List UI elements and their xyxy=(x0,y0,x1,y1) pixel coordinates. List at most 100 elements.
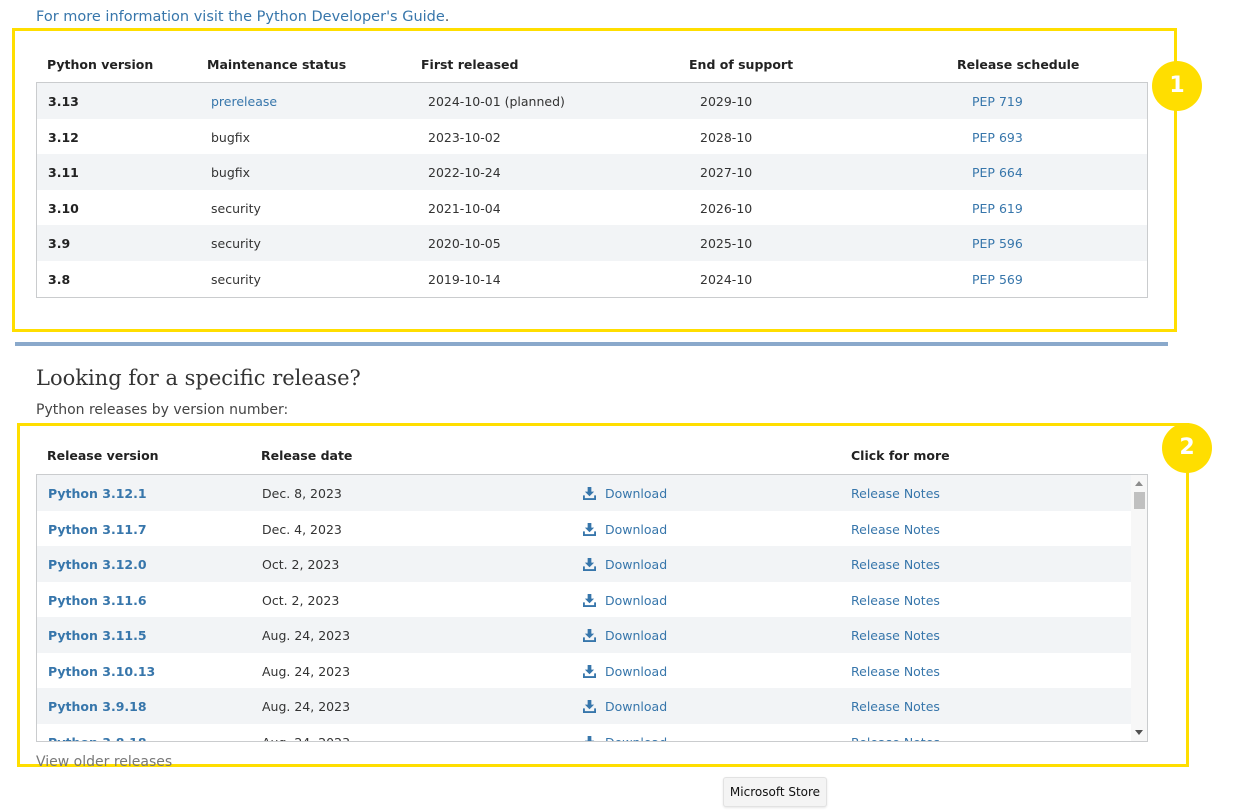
header-release-version: Release version xyxy=(47,448,159,463)
microsoft-store-button[interactable]: Microsoft Store xyxy=(723,777,827,807)
download-link[interactable]: Download xyxy=(583,628,667,643)
release-version-link[interactable]: Python 3.12.0 xyxy=(48,557,147,572)
release-row: Python 3.8.18 Aug. 24, 2023 Download Releas… xyxy=(37,724,1131,742)
status-row: 3.11 bugfix 2022-10-24 2027-10 PEP 664 xyxy=(37,154,1147,190)
release-date: Oct. 2, 2023 xyxy=(262,592,340,608)
release-row: Python 3.11.5 Aug. 24, 2023 Download Releas… xyxy=(37,617,1131,653)
download-link-text: Download xyxy=(605,734,668,742)
release-version-link[interactable]: Python 3.10.13 xyxy=(48,664,155,679)
download-link[interactable]: Download xyxy=(583,486,667,501)
header-click-for-more: Click for more xyxy=(851,448,950,463)
download-link[interactable]: Download xyxy=(583,664,667,679)
header-python-version: Python version xyxy=(47,57,154,72)
status-maintenance: security xyxy=(211,271,261,287)
status-pep-link[interactable]: PEP 664 xyxy=(972,165,1023,180)
status-version: 3.11 xyxy=(48,165,79,180)
release-date: Aug. 24, 2023 xyxy=(262,699,351,714)
scroll-down-arrow-icon[interactable] xyxy=(1135,730,1143,735)
status-end-of-support: 2026-10 xyxy=(700,200,753,216)
download-link-text: Download xyxy=(605,592,668,608)
download-icon xyxy=(583,700,596,713)
release-list-scrollbar[interactable] xyxy=(1131,475,1147,741)
status-first-released: 2022-10-24 xyxy=(428,165,501,180)
status-version: 3.13 xyxy=(48,94,79,109)
download-icon xyxy=(583,558,596,571)
status-row: 3.13 prerelease 2024-10-01 (planned) 2029-1… xyxy=(37,83,1147,119)
status-version: 3.8 xyxy=(48,271,71,287)
status-pep-link[interactable]: PEP 596 xyxy=(972,236,1023,251)
download-link-text: Download xyxy=(605,663,668,679)
developer-guide-link[interactable]: For more information visit the Python De… xyxy=(36,9,449,25)
status-pep-link[interactable]: PEP 719 xyxy=(972,94,1023,109)
status-pep-link[interactable]: PEP 569 xyxy=(972,272,1023,287)
status-first-released: 2023-10-02 xyxy=(428,129,501,145)
release-version-link[interactable]: Python 3.12.1 xyxy=(48,486,147,501)
status-end-of-support: 2024-10 xyxy=(700,271,753,287)
scroll-thumb[interactable] xyxy=(1134,492,1145,509)
release-date: Aug. 24, 2023 xyxy=(262,663,351,679)
release-notes-link[interactable]: Release Notes xyxy=(851,735,940,742)
header-end-of-support: End of support xyxy=(689,57,794,72)
status-table: Python version Maintenance status First … xyxy=(36,46,1148,298)
download-link[interactable]: Download xyxy=(583,699,667,714)
status-first-released: 2024-10-01 (planned) xyxy=(428,94,565,109)
release-row: Python 3.11.6 Oct. 2, 2023 Download Release… xyxy=(37,582,1131,618)
status-maintenance: security xyxy=(211,200,261,216)
status-row: 3.12 bugfix 2023-10-02 2028-10 PEP 693 xyxy=(37,119,1147,155)
status-version: 3.10 xyxy=(48,200,79,216)
release-list-scrollbox[interactable]: Python 3.12.1 Dec. 8, 2023 Download Release… xyxy=(36,474,1148,742)
developer-guide-link-text: For more information visit the Python De… xyxy=(36,9,445,25)
release-date: Aug. 24, 2023 xyxy=(262,628,351,643)
release-notes-link[interactable]: Release Notes xyxy=(851,522,940,537)
release-notes-link[interactable]: Release Notes xyxy=(851,486,940,501)
release-date: Oct. 2, 2023 xyxy=(262,557,340,572)
status-table-header: Python version Maintenance status First … xyxy=(36,46,1148,82)
status-first-released: 2019-10-14 xyxy=(428,271,501,287)
release-date: Dec. 8, 2023 xyxy=(262,486,342,501)
download-link-text: Download xyxy=(605,486,668,501)
release-notes-link[interactable]: Release Notes xyxy=(851,557,940,572)
release-notes-link[interactable]: Release Notes xyxy=(851,699,940,714)
scroll-up-arrow-icon[interactable] xyxy=(1135,481,1143,486)
header-maintenance-status: Maintenance status xyxy=(207,57,347,72)
release-date: Aug. 24, 2023 xyxy=(262,734,351,742)
release-version-link[interactable]: Python 3.9.18 xyxy=(48,699,147,714)
release-section-title: Looking for a specific release? xyxy=(36,366,361,390)
status-end-of-support: 2027-10 xyxy=(700,165,753,180)
download-link-text: Download xyxy=(605,628,668,643)
status-end-of-support: 2028-10 xyxy=(700,129,753,145)
intro-period: . xyxy=(444,9,450,25)
release-notes-link[interactable]: Release Notes xyxy=(851,664,940,679)
release-version-link[interactable]: Python 3.11.5 xyxy=(48,628,147,643)
status-row: 3.10 security 2021-10-04 2026-10 PEP 619 xyxy=(37,190,1147,226)
marker-2: 2 xyxy=(1162,423,1212,473)
release-section-subtitle: Python releases by version number: xyxy=(36,402,289,418)
view-older-releases-link[interactable]: View older releases xyxy=(36,754,172,770)
status-version: 3.9 xyxy=(48,236,71,251)
release-version-link[interactable]: Python 3.8.18 xyxy=(48,735,147,742)
header-release-schedule: Release schedule xyxy=(957,57,1080,72)
status-version: 3.12 xyxy=(48,129,79,145)
release-date: Dec. 4, 2023 xyxy=(262,521,342,537)
release-notes-link[interactable]: Release Notes xyxy=(851,593,940,608)
status-pep-link[interactable]: PEP 619 xyxy=(972,201,1023,216)
status-maintenance[interactable]: prerelease xyxy=(211,94,277,109)
release-version-link[interactable]: Python 3.11.6 xyxy=(48,593,147,608)
download-icon xyxy=(583,593,596,607)
marker-1: 1 xyxy=(1152,61,1202,111)
download-link[interactable]: Download xyxy=(583,522,667,537)
status-pep-link[interactable]: PEP 693 xyxy=(972,130,1023,145)
release-row: Python 3.12.1 Dec. 8, 2023 Download Release… xyxy=(37,475,1131,511)
status-maintenance: bugfix xyxy=(211,165,251,180)
release-notes-link[interactable]: Release Notes xyxy=(851,628,940,643)
download-link[interactable]: Download xyxy=(583,557,667,572)
release-version-link[interactable]: Python 3.11.7 xyxy=(48,522,147,537)
download-link-text: Download xyxy=(605,557,668,572)
download-link[interactable]: Download xyxy=(583,734,668,742)
release-row: Python 3.12.0 Oct. 2, 2023 Download Release… xyxy=(37,546,1131,582)
download-icon xyxy=(583,629,596,642)
header-first-released: First released xyxy=(421,57,519,72)
download-link[interactable]: Download xyxy=(583,593,667,608)
release-row: Python 3.11.7 Dec. 4, 2023 Download Release… xyxy=(37,511,1131,547)
release-table-header: Release version Release date Click for m… xyxy=(36,438,1148,474)
